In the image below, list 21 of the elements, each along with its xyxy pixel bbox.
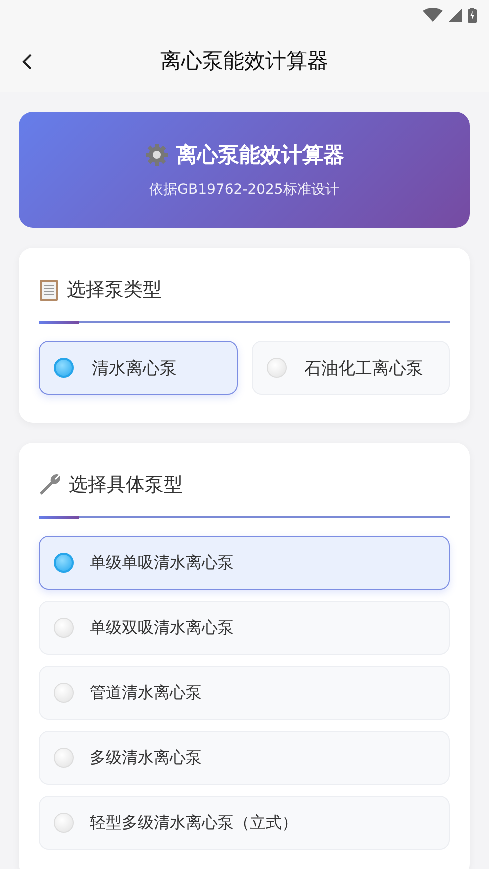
- back-icon[interactable]: [22, 54, 34, 70]
- app-bar-title: 离心泵能效计算器: [160, 48, 328, 75]
- pump-option[interactable]: 石油化工离心泵: [252, 341, 450, 395]
- pump-option[interactable]: 轻型多级清水离心泵（立式）: [39, 796, 450, 850]
- radio-button[interactable]: [54, 553, 74, 573]
- hero-subtitle: 依据GB19762-2025标准设计: [150, 181, 340, 199]
- pump-option[interactable]: 多级清水离心泵: [39, 731, 450, 785]
- battery-icon: [468, 8, 477, 22]
- pump-option[interactable]: 单级单吸清水离心泵: [39, 536, 450, 590]
- gear-icon: [144, 143, 168, 167]
- radio-button[interactable]: [54, 358, 74, 378]
- section-title: 选择泵类型: [67, 278, 162, 303]
- pump-option[interactable]: 管道清水离心泵: [39, 666, 450, 720]
- pump-option[interactable]: 单级双吸清水离心泵: [39, 601, 450, 655]
- wifi-icon: [423, 8, 443, 22]
- clipboard-icon: [39, 279, 59, 301]
- signal-icon: [449, 8, 462, 22]
- wrench-icon: [39, 474, 61, 496]
- section-title: 选择具体泵型: [69, 473, 183, 498]
- pump-option[interactable]: 清水离心泵: [39, 341, 238, 395]
- hero-title: 离心泵能效计算器: [176, 142, 344, 169]
